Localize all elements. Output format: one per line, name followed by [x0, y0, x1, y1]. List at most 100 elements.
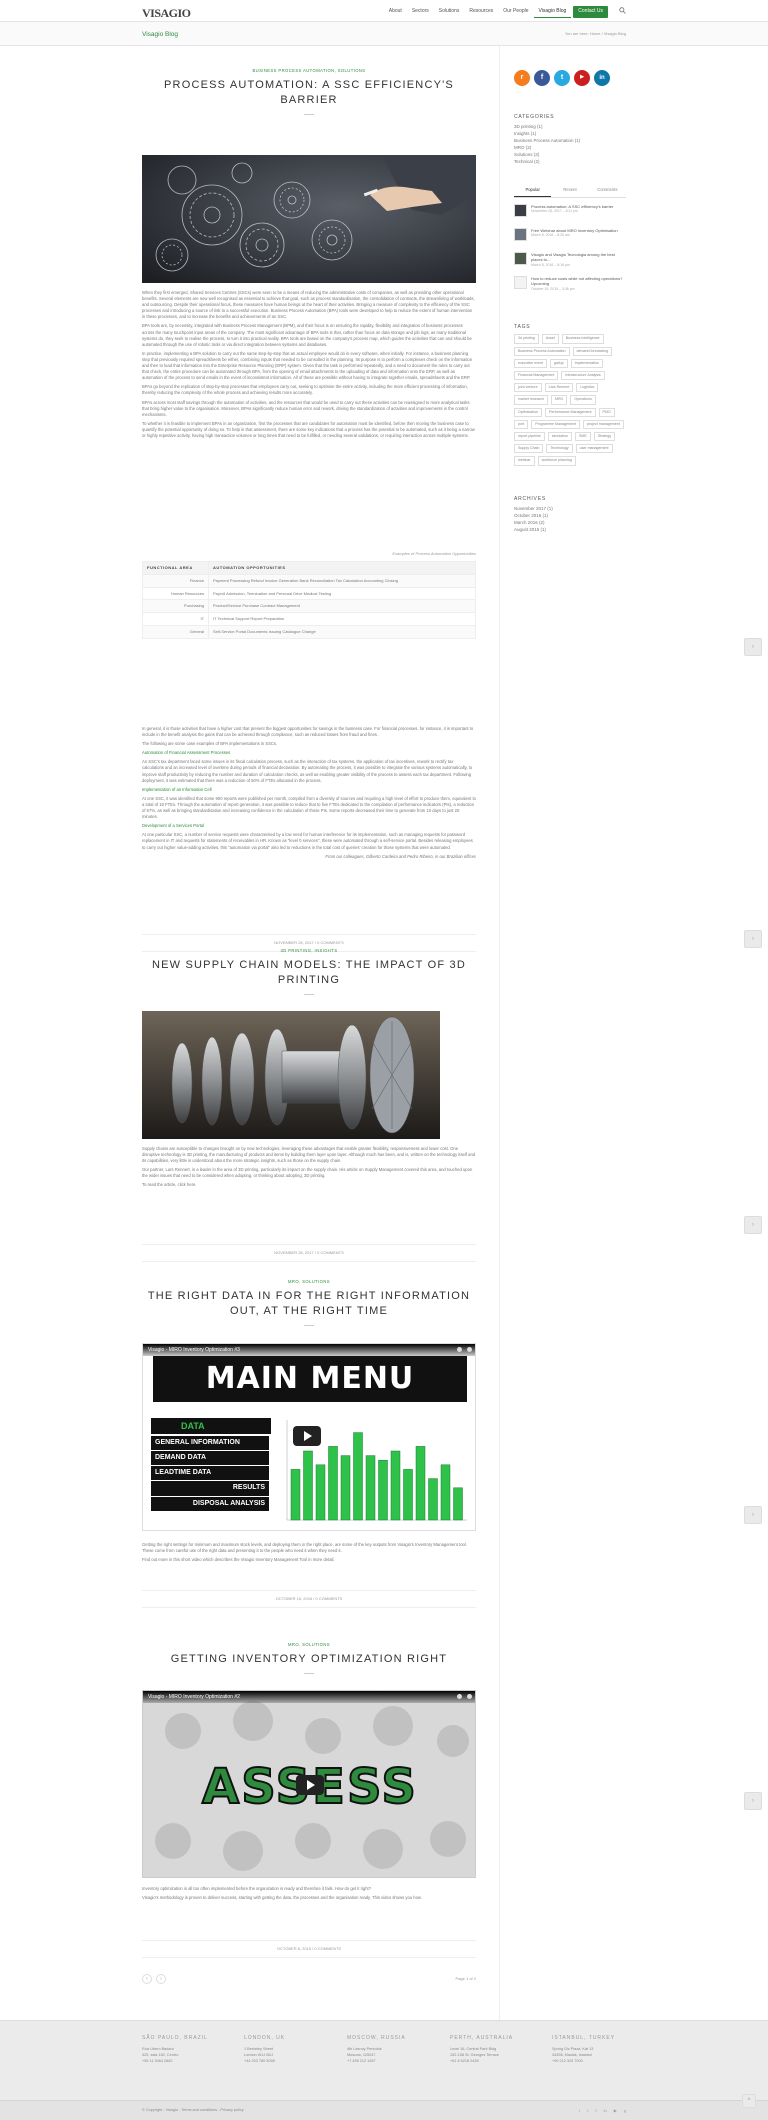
category-link[interactable]: MRO (2)	[514, 145, 626, 152]
post-meta[interactable]: OCTOBER 6, 2015 / 0 COMMENTS	[142, 1940, 476, 1958]
tag-link[interactable]: Technology	[546, 444, 573, 454]
nav-item-resources[interactable]: Resources	[464, 6, 498, 18]
tag-link[interactable]: user management	[575, 444, 613, 454]
post-category[interactable]: MRO, SOLUTIONS	[142, 1642, 476, 1648]
post-category[interactable]: 3D PRINTING, INSIGHTS	[142, 948, 476, 954]
popular-post[interactable]: Free Webinar about MRO Inventory Optimis…	[514, 228, 626, 246]
video-title[interactable]: Visagio - MIRO Inventory Optimization #2	[148, 1694, 240, 1700]
facebook-icon[interactable]: f	[595, 2108, 596, 2114]
read-article-link[interactable]: To read the article, click here.	[142, 1182, 476, 1188]
tag-link[interactable]: Optimization	[514, 407, 542, 417]
post-meta[interactable]: OCTOBER 16, 2016 / 0 COMMENTS	[142, 1590, 476, 1608]
tag-link[interactable]: Performance Management	[544, 407, 596, 417]
google-icon[interactable]: g	[624, 2108, 626, 2114]
page-title[interactable]: Visagio Blog	[142, 30, 178, 39]
tag-link[interactable]: market research	[514, 395, 548, 405]
back-to-top-button[interactable]: ^	[742, 2094, 756, 2108]
clock-icon[interactable]	[457, 1694, 462, 1699]
copyright[interactable]: © Copyright - Visagio - Terms and condit…	[142, 2108, 244, 2114]
scroll-button[interactable]: ›	[744, 930, 762, 948]
tag-link[interactable]: joint venture	[514, 383, 542, 393]
tag-link[interactable]: PMO	[598, 407, 615, 417]
tag-link[interactable]: simulation	[547, 432, 572, 442]
video-player[interactable]: Visagio - MIRO Inventory Optimization #2…	[142, 1690, 476, 1878]
popular-post[interactable]: Process automation: A SSC efficiency's b…	[514, 204, 626, 222]
tag-link[interactable]: Financial Management	[514, 371, 559, 381]
tab-comments[interactable]: Comments	[589, 184, 626, 197]
video-title[interactable]: Visagio - MIRO Inventory Optimization #3	[148, 1347, 240, 1353]
tag-link[interactable]: demand forecasting	[572, 346, 613, 356]
category-link[interactable]: Business Process Automation (1)	[514, 138, 626, 145]
rss-icon[interactable]: r	[514, 70, 530, 86]
category-link[interactable]: Technical (2)	[514, 159, 626, 166]
post-title[interactable]: NEW SUPPLY CHAIN MODELS: THE IMPACT OF 3…	[142, 958, 476, 988]
post-title[interactable]: THE RIGHT DATA IN FOR THE RIGHT INFORMAT…	[142, 1289, 476, 1319]
scroll-button[interactable]: ›	[744, 638, 762, 656]
post-category[interactable]: BUSINESS PROCESS AUTOMATION, SOLUTIONS	[142, 68, 476, 74]
tag-link[interactable]: workforce planning	[537, 456, 576, 466]
nav-item-sectors[interactable]: Sectors	[407, 6, 434, 18]
tag-link[interactable]: 3d printing	[514, 334, 539, 344]
post-meta[interactable]: NOVEMBER 28, 2017 / 0 COMMENTS	[142, 1244, 476, 1262]
linkedin-icon[interactable]: in	[604, 2108, 607, 2114]
tag-link[interactable]: Infrastructure Analysis	[561, 371, 605, 381]
archive-link[interactable]: October 2016 (1)	[514, 513, 626, 520]
play-button[interactable]	[293, 1426, 321, 1446]
rss-icon[interactable]: r	[579, 2108, 580, 2114]
contact-us-button[interactable]: Contact Us	[573, 6, 608, 19]
archive-link[interactable]: March 2016 (2)	[514, 520, 626, 527]
tag-link[interactable]: Business Process Automation	[514, 346, 570, 356]
tag-link[interactable]: SME	[574, 432, 591, 442]
nav-item-solutions[interactable]: Solutions	[434, 6, 465, 18]
prev-page-button[interactable]: ‹	[142, 1974, 152, 1984]
archive-link[interactable]: August 2015 (1)	[514, 527, 626, 534]
post-title[interactable]: PROCESS AUTOMATION: A SSC EFFICIENCY'S B…	[142, 78, 476, 108]
popular-post-title[interactable]: Visagio and Visagio Tecnologia among the…	[531, 252, 626, 262]
category-link[interactable]: Solutions (3)	[514, 152, 626, 159]
tag-link[interactable]: port	[514, 419, 529, 430]
share-icon[interactable]	[467, 1694, 472, 1699]
category-link[interactable]: Insights (1)	[514, 131, 626, 138]
search-icon[interactable]	[619, 7, 626, 14]
twitter-icon[interactable]: t	[587, 2108, 588, 2114]
nav-item-about[interactable]: About	[384, 6, 407, 18]
twitter-icon[interactable]: t	[554, 70, 570, 86]
tag-link[interactable]: gallup	[549, 358, 568, 369]
archive-link[interactable]: November 2017 (1)	[514, 506, 626, 513]
facebook-icon[interactable]: f	[534, 70, 550, 86]
category-link[interactable]: 3D printing (1)	[514, 124, 626, 131]
tab-popular[interactable]: Popular	[514, 184, 552, 198]
tag-link[interactable]: webinar	[514, 456, 535, 466]
next-page-button[interactable]: ›	[156, 1974, 166, 1984]
post-category[interactable]: MRO, SOLUTIONS	[142, 1279, 476, 1285]
tab-recent[interactable]: Recent	[551, 184, 588, 197]
nav-item-our-people[interactable]: Our People	[498, 6, 533, 18]
tag-link[interactable]: report pipeline	[514, 432, 545, 442]
tag-link[interactable]: Asset	[541, 334, 559, 344]
tag-link[interactable]: Programme Management	[531, 419, 580, 430]
popular-post[interactable]: Visagio and Visagio Tecnologia among the…	[514, 252, 626, 270]
tag-link[interactable]: Lars Rennert	[544, 383, 574, 393]
tag-link[interactable]: Operations	[570, 395, 596, 405]
tag-link[interactable]: Implementation	[570, 358, 604, 369]
play-button[interactable]	[296, 1775, 324, 1795]
nav-item-blog[interactable]: Visagio Blog	[533, 6, 572, 19]
logo[interactable]: VISAGIO	[142, 5, 191, 22]
tag-link[interactable]: Strategy	[593, 432, 616, 442]
youtube-icon[interactable]: ▶	[574, 70, 590, 86]
video-player[interactable]: Visagio - MIRO Inventory Optimization #3…	[142, 1343, 476, 1531]
tag-link[interactable]: MRO	[550, 395, 568, 405]
popular-post[interactable]: How to reduce costs while not affecting …	[514, 276, 626, 294]
tag-link[interactable]: project management	[582, 419, 624, 430]
scroll-button[interactable]: ›	[744, 1506, 762, 1524]
post-title[interactable]: GETTING INVENTORY OPTIMIZATION RIGHT	[142, 1652, 476, 1667]
tag-link[interactable]: Business Intelligence	[561, 334, 604, 344]
linkedin-icon[interactable]: in	[594, 70, 610, 86]
scroll-button[interactable]: ›	[744, 1792, 762, 1810]
tag-link[interactable]: Logistics	[576, 383, 599, 393]
youtube-icon[interactable]: ▶	[614, 2108, 617, 2114]
tag-link[interactable]: executive event	[514, 358, 547, 369]
scroll-button[interactable]: ›	[744, 1216, 762, 1234]
clock-icon[interactable]	[457, 1347, 462, 1352]
popular-post-title[interactable]: How to reduce costs while not affecting …	[531, 276, 626, 286]
